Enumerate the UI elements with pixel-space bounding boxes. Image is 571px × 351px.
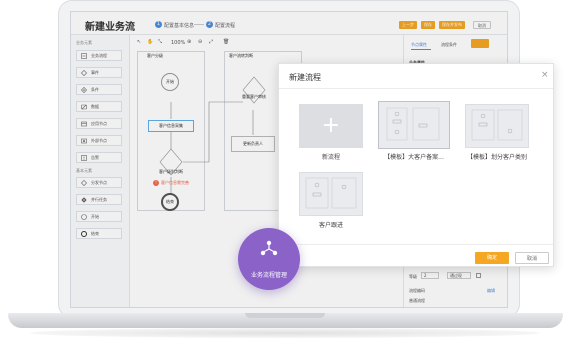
- confirm-button[interactable]: 确定: [475, 252, 509, 264]
- template-card-blank[interactable]: +: [299, 104, 363, 148]
- dialog-title: 新建流程: [289, 73, 321, 82]
- template-card-customer-followup[interactable]: [299, 172, 363, 216]
- template-card-label: 客户跟进: [318, 222, 343, 229]
- flow-preview-thumbnail: [305, 177, 357, 209]
- template-card-label: 【模板】大客户备案...: [384, 154, 444, 161]
- dialog-footer-divider: [279, 244, 553, 245]
- template-card-label: 【模板】划分客户类别: [466, 154, 527, 161]
- laptop-shadow: [30, 328, 540, 338]
- flow-preview-thumbnail: [386, 107, 440, 141]
- badge-label: 业务流程管理: [250, 272, 287, 279]
- template-card-customer-category[interactable]: [465, 104, 529, 148]
- template-card-major-customer[interactable]: [378, 101, 450, 149]
- plus-icon: +: [321, 113, 341, 138]
- dialog-divider: [279, 88, 553, 89]
- dialog-cancel-button[interactable]: 取消: [515, 252, 549, 264]
- network-icon: [260, 240, 278, 256]
- close-icon[interactable]: ×: [541, 70, 549, 80]
- laptop-notch: [245, 313, 325, 318]
- new-flow-dialog: 新建流程 × + 新流程 【模板】大客户备案... 【模板】划分客户类别 客户跟…: [278, 63, 554, 267]
- template-card-label: 新流程: [321, 154, 340, 161]
- flow-preview-thumbnail: [471, 109, 523, 141]
